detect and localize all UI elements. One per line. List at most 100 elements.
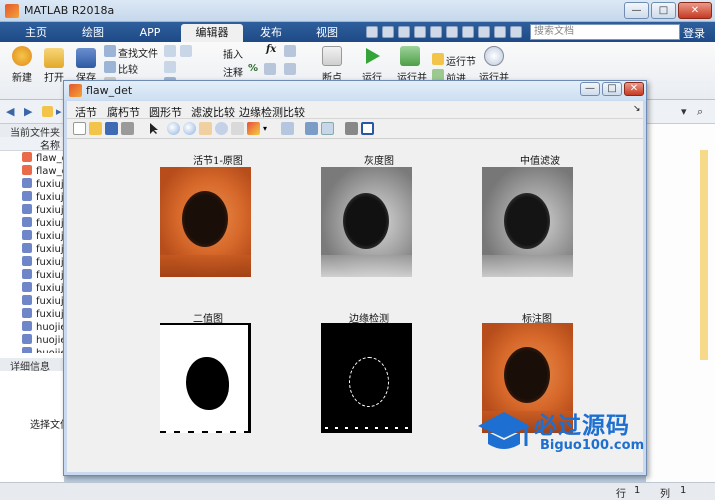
- switch-windows-icon[interactable]: [462, 26, 474, 38]
- show-plot-tools-icon[interactable]: [361, 122, 374, 135]
- details-header: 详细信息: [0, 358, 65, 373]
- menu-filter-compare[interactable]: 滤波比较: [191, 104, 235, 120]
- legend-icon[interactable]: [321, 122, 334, 135]
- copy-quick-icon[interactable]: [398, 26, 410, 38]
- new-figure-icon[interactable]: [73, 122, 86, 135]
- help-icon[interactable]: [494, 26, 506, 38]
- list-item[interactable]: flaw_d: [22, 165, 65, 177]
- paste-quick-icon[interactable]: [414, 26, 426, 38]
- data-cursor-icon[interactable]: [231, 122, 244, 135]
- link-plot-icon[interactable]: [281, 122, 294, 135]
- tab-view[interactable]: 视图: [299, 24, 355, 42]
- image-file-icon: [22, 256, 32, 266]
- image-file-icon: [22, 308, 32, 318]
- compare-button[interactable]: 比较: [118, 61, 138, 76]
- rotate-3d-icon[interactable]: [215, 122, 228, 135]
- list-item[interactable]: huojie: [22, 334, 65, 346]
- address-search-icon[interactable]: ⌕: [697, 105, 709, 118]
- maximize-button[interactable]: □: [651, 2, 676, 19]
- breakpoint-icon[interactable]: [322, 46, 342, 66]
- login-button[interactable]: 登录: [683, 25, 705, 41]
- address-dropdown-icon[interactable]: ▾: [681, 105, 693, 118]
- help-quick-icon[interactable]: [478, 26, 490, 38]
- figure-minimize-button[interactable]: —: [580, 82, 600, 96]
- tab-publish[interactable]: 发布: [245, 24, 297, 42]
- list-item[interactable]: fuxiuji: [22, 178, 65, 190]
- fx-button[interactable]: fx: [266, 44, 276, 55]
- run-section-button[interactable]: 运行节: [446, 53, 476, 68]
- list-item[interactable]: flaw_d: [22, 152, 65, 164]
- save-icon[interactable]: [76, 48, 96, 68]
- minimize-button[interactable]: —: [624, 2, 649, 19]
- zoom-out-icon[interactable]: [183, 122, 196, 135]
- insert-button[interactable]: 插入: [223, 46, 243, 61]
- search-documentation-input[interactable]: 搜索文档: [530, 24, 680, 40]
- row-label: 行: [616, 489, 626, 500]
- new-button[interactable]: 新建: [6, 69, 38, 84]
- pointer-icon[interactable]: [147, 122, 160, 135]
- find-files-button[interactable]: 查找文件: [118, 45, 158, 60]
- cut-quick-icon[interactable]: [382, 26, 394, 38]
- uncomment-icon[interactable]: [264, 63, 276, 75]
- window-title: MATLAB R2018a: [24, 4, 115, 17]
- save-quick-icon[interactable]: [366, 26, 378, 38]
- menu-edge-compare[interactable]: 边缘检测比较: [239, 104, 305, 120]
- figure-title: flaw_det: [86, 84, 133, 97]
- dropdown-quick-icon[interactable]: [510, 26, 522, 38]
- pan-hand-icon[interactable]: [199, 122, 212, 135]
- save-figure-icon[interactable]: [105, 122, 118, 135]
- list-item[interactable]: fuxiuji: [22, 191, 65, 203]
- list-item[interactable]: fuxiuji: [22, 308, 65, 320]
- open-file-icon[interactable]: [89, 122, 102, 135]
- list-item[interactable]: fuxiuji: [22, 243, 65, 255]
- nav-back-icon[interactable]: [164, 45, 176, 57]
- list-item[interactable]: fuxiuji: [22, 295, 65, 307]
- indent-icon[interactable]: [284, 45, 296, 57]
- bookmark-icon[interactable]: [164, 61, 176, 73]
- figure-close-button[interactable]: ✕: [624, 82, 644, 96]
- list-item[interactable]: fuxiuji: [22, 217, 65, 229]
- run-and-time-icon[interactable]: [484, 46, 504, 66]
- figure-maximize-button[interactable]: □: [602, 82, 622, 96]
- folder-up-icon[interactable]: [42, 106, 53, 117]
- menu-rot-knot[interactable]: 腐朽节: [107, 104, 140, 120]
- brush-icon[interactable]: [247, 122, 260, 135]
- redo-quick-icon[interactable]: [446, 26, 458, 38]
- zoom-in-icon[interactable]: [167, 122, 180, 135]
- open-folder-icon[interactable]: [44, 48, 64, 68]
- brush-dropdown-icon[interactable]: ▾: [263, 122, 271, 135]
- median-filter-image: [482, 167, 573, 277]
- list-item[interactable]: huojie: [22, 321, 65, 333]
- comment-button[interactable]: 注释: [223, 64, 243, 79]
- list-item[interactable]: fuxiuji: [22, 204, 65, 216]
- print-figure-icon[interactable]: [121, 122, 134, 135]
- forward-arrow-icon[interactable]: ▶: [24, 105, 36, 118]
- tab-apps[interactable]: APP: [122, 24, 178, 42]
- hide-plot-tools-icon[interactable]: [345, 122, 358, 135]
- new-icon[interactable]: [12, 46, 32, 66]
- name-column-header[interactable]: 名称: [0, 137, 65, 152]
- list-item[interactable]: fuxiuji: [22, 269, 65, 281]
- tab-plots[interactable]: 绘图: [66, 24, 120, 42]
- percent-comment-icon[interactable]: %: [248, 63, 258, 74]
- list-item[interactable]: fuxiuji: [22, 256, 65, 268]
- list-item[interactable]: fuxiuji: [22, 230, 65, 242]
- edge-noise: [325, 427, 409, 429]
- list-item[interactable]: huojie: [22, 347, 65, 353]
- run-icon[interactable]: [362, 46, 382, 66]
- figure-title-bar[interactable]: flaw_det — □ ✕: [64, 81, 646, 100]
- back-arrow-icon[interactable]: ◀: [6, 105, 18, 118]
- menu-round-knot[interactable]: 圆形节: [149, 104, 182, 120]
- menu-live-knot[interactable]: 活节: [75, 104, 97, 120]
- run-advance-icon[interactable]: [400, 46, 420, 66]
- tab-editor[interactable]: 编辑器: [181, 24, 243, 42]
- colorbar-icon[interactable]: [305, 122, 318, 135]
- list-item[interactable]: fuxiuji: [22, 282, 65, 294]
- tab-home[interactable]: 主页: [8, 24, 64, 42]
- close-button[interactable]: ✕: [678, 2, 712, 19]
- undo-quick-icon[interactable]: [430, 26, 442, 38]
- wrap-comment-icon[interactable]: [284, 63, 296, 75]
- figure-file-icon: [22, 152, 32, 162]
- menu-dock-arrow-icon[interactable]: ↘: [633, 104, 641, 114]
- nav-forward-icon[interactable]: [180, 45, 192, 57]
